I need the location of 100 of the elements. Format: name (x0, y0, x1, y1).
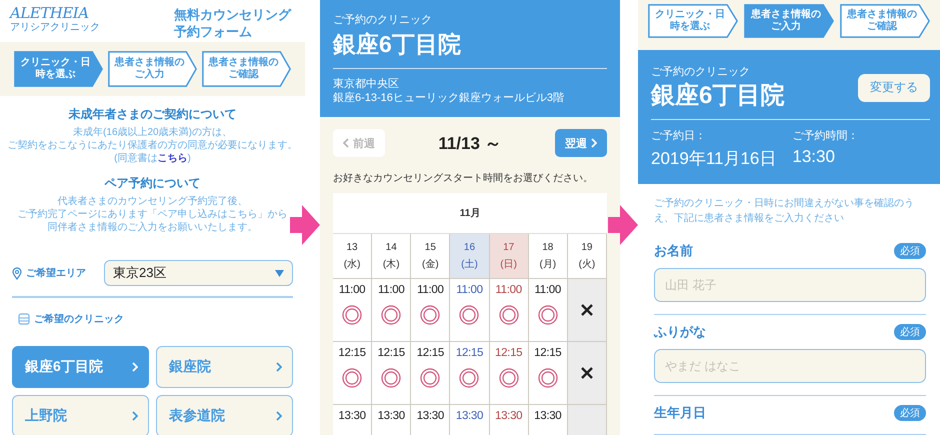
step-tab[interactable]: 患者さま情報のご確認 (840, 4, 930, 38)
double-circle-icon (381, 368, 402, 388)
week-range: 11/13 ～ (438, 132, 502, 154)
area-label: ご希望エリア (26, 266, 86, 280)
slot-cell[interactable]: 12:15 (372, 342, 412, 405)
arrow-icon (608, 205, 638, 245)
cross-icon (580, 304, 593, 316)
slot-time: 13:30 (456, 410, 484, 422)
step-tab[interactable]: 患者さま情報のご確認 (202, 51, 291, 87)
double-circle-icon (459, 368, 480, 388)
slot-cell[interactable]: 13:30 (490, 405, 529, 435)
chevron-right-icon (590, 138, 597, 148)
notice-text: ご契約をおこなうにあたり保護者の方の同意が必要になります。 (6, 139, 298, 152)
required-badge: 必須 (894, 405, 926, 421)
chevron-right-icon (276, 411, 282, 421)
notice-heading: 未成年者さまのご契約について (68, 106, 238, 123)
slot-cell[interactable]: 12:15 (528, 342, 568, 405)
slot-time: 12:15 (456, 347, 484, 359)
location-pin-icon (12, 266, 22, 280)
slot-time: 11:00 (417, 284, 444, 296)
slot-cell[interactable]: 12:15 (490, 342, 529, 405)
step-tab[interactable]: 患者さま情報のご入力 (108, 51, 197, 87)
slot-time: 12:15 (534, 347, 562, 359)
notice-text: ご予約完了ページにあります「ペア申し込みはこちら」から (16, 208, 288, 221)
date-value: 2019年11月16日 (651, 148, 776, 170)
logo-subtitle: アリシアクリニック (10, 23, 100, 33)
double-circle-icon (498, 305, 519, 325)
arrow-icon (290, 205, 320, 245)
clinic-name: 銀座6丁目院 (651, 81, 784, 111)
slot-time: 12:15 (338, 347, 366, 359)
clinic-label: ご希望のクリニック (34, 312, 124, 326)
chevron-right-icon (132, 362, 138, 372)
slot-time: 11:00 (495, 284, 522, 296)
slot-time: 12:15 (416, 347, 444, 359)
slot-cell[interactable]: 11:00 (372, 279, 412, 342)
double-circle-icon (342, 305, 362, 325)
day-header: 17 (日) (490, 234, 529, 279)
slot-time: 13:30 (534, 410, 562, 422)
double-circle-icon (538, 368, 558, 388)
double-circle-icon (459, 305, 480, 325)
note-text: ご予約のクリニック・日時にお間違えがない事を確認のうえ、下記に患者さま情報をご入力ください (654, 196, 915, 226)
slot-cell[interactable]: 11:00 (528, 279, 568, 342)
chevron-right-icon (132, 411, 138, 421)
double-circle-icon (420, 305, 440, 325)
clinic-building-icon (18, 313, 30, 325)
chevron-left-icon (343, 138, 349, 148)
step-tab[interactable]: クリニック・日時を選ぶ (14, 51, 103, 87)
clinic-address: 銀座6-13-16ヒューリック銀座ウォールビル3階 (333, 91, 566, 105)
slot-time: 13:30 (338, 410, 366, 422)
consent-link[interactable]: こちら (158, 153, 188, 164)
double-circle-icon (381, 305, 402, 325)
step-tab[interactable]: 患者さま情報のご入力 (744, 4, 834, 38)
field-label: ふりがな (654, 323, 706, 341)
slot-cell[interactable]: 12:15 (450, 342, 490, 405)
clinic-address: 東京都中央区 (333, 77, 400, 91)
slot-cell[interactable] (568, 279, 607, 342)
double-circle-icon (342, 368, 362, 388)
date-label: ご予約日： (651, 129, 707, 143)
slot-cell[interactable]: 12:15 (333, 342, 372, 405)
slot-cell[interactable] (568, 342, 607, 405)
notice-text: (同意書はこちら) (113, 152, 192, 165)
field-label: お名前 (654, 242, 693, 260)
cross-icon (580, 367, 593, 379)
double-circle-icon (420, 368, 440, 388)
form-title: 無料カウンセリング (174, 6, 291, 23)
time-value: 13:30 (792, 147, 836, 167)
instruction-text: お好きなカウンセリングスタート時間をお選びください。 (333, 172, 594, 185)
slot-cell[interactable]: 11:00 (333, 279, 372, 342)
logo-wordmark: ALETHEIA (10, 6, 90, 21)
slot-cell[interactable]: 11:00 (450, 279, 490, 342)
double-circle-icon (538, 305, 558, 325)
next-week-button[interactable]: 翌週 (554, 129, 607, 157)
day-header: 16 (土) (450, 234, 490, 279)
chevron-right-icon (276, 362, 282, 372)
notice-heading: ペア予約について (104, 175, 202, 192)
notice-text: 同伴者さま情報のご入力をお願いいたします。 (46, 221, 258, 234)
slot-cell[interactable]: 12:15 (411, 342, 450, 405)
slot-cell[interactable]: 11:00 (490, 279, 529, 342)
slot-time: 11:00 (534, 284, 561, 296)
required-badge: 必須 (894, 324, 926, 340)
required-badge: 必須 (894, 243, 926, 259)
time-label: ご予約時間： (792, 129, 858, 143)
slot-cell[interactable]: 11:00 (411, 279, 450, 342)
clinic-name: 銀座6丁目院 (333, 30, 462, 59)
month-label: 11月 (460, 207, 480, 220)
slot-cell[interactable]: 13:30 (528, 405, 568, 435)
slot-time: 13:30 (494, 410, 522, 422)
area-select[interactable]: 東京23区 (104, 260, 293, 286)
dropdown-caret-icon (275, 270, 284, 276)
notice-text: 未成年(16歳以上20歳未満)の方は、 (72, 126, 233, 139)
slot-time: 11:00 (378, 284, 404, 296)
clinic-button[interactable]: 銀座6丁目院 (12, 346, 149, 388)
slot-time: 11:00 (456, 284, 483, 296)
step-tab[interactable]: クリニック・日時を選ぶ (648, 4, 738, 38)
notice-text: 代表者さまのカウンセリング予約完了後、 (56, 195, 248, 208)
clinic-caption: ご予約のクリニック (333, 13, 433, 27)
field-label: 生年月日 (654, 404, 706, 422)
double-circle-icon (498, 368, 519, 388)
clinic-caption: ご予約のクリニック (651, 65, 751, 79)
slot-time: 11:00 (338, 284, 366, 296)
